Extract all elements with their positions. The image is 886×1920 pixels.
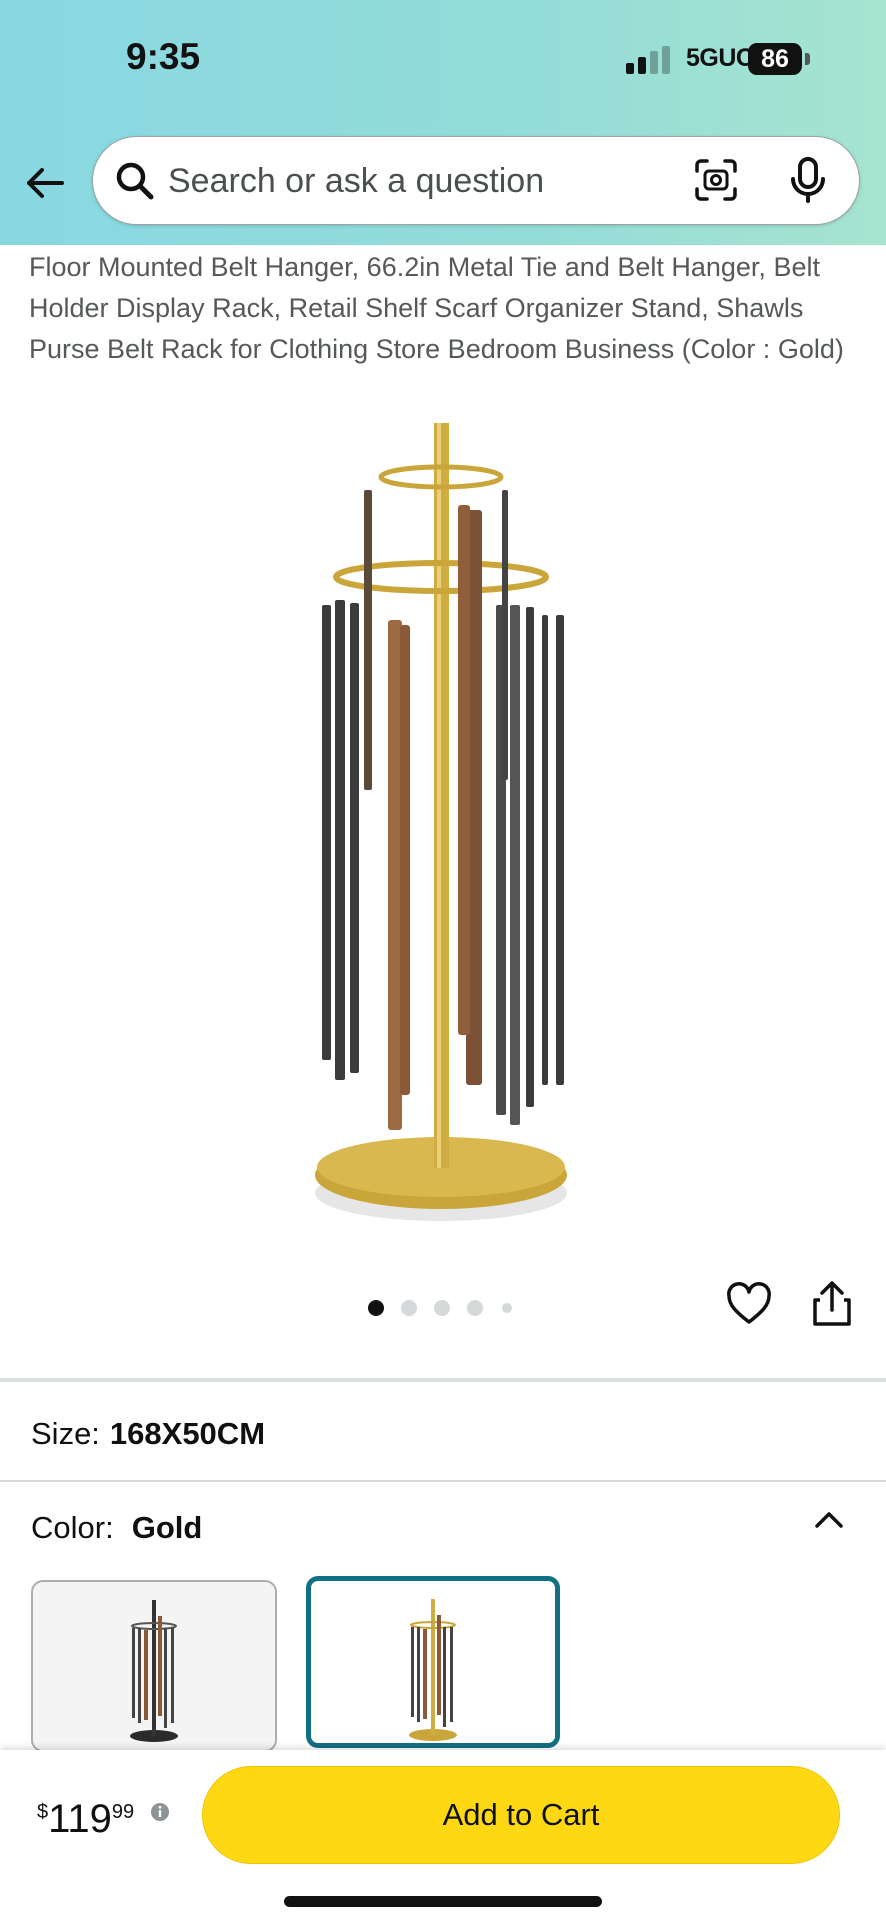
carousel-dot[interactable]: [467, 1300, 483, 1316]
price-symbol: $: [37, 1801, 49, 1823]
chevron-up-icon[interactable]: [812, 1502, 846, 1536]
color-row[interactable]: Color: Gold: [31, 1510, 202, 1546]
size-value: 168X50CM: [109, 1416, 266, 1451]
size-row: Size: 168X50CM: [31, 1416, 265, 1452]
gold-rack-thumbnail: [409, 1599, 457, 1741]
color-swatch-black[interactable]: [31, 1580, 277, 1752]
image-carousel-dots[interactable]: [368, 1298, 518, 1318]
network-label: 5GUC: [686, 44, 754, 72]
back-arrow-icon[interactable]: [22, 160, 68, 206]
search-bar[interactable]: [92, 136, 860, 225]
status-time: 9:35: [126, 36, 201, 77]
product-title[interactable]: Floor Mounted Belt Hanger, 66.2in Metal …: [29, 247, 869, 370]
gold-belt-rack-image[interactable]: [280, 415, 610, 1225]
color-swatch-gold[interactable]: [306, 1576, 560, 1748]
price-fraction: 99: [111, 1801, 135, 1823]
carousel-dot[interactable]: [434, 1300, 450, 1316]
search-input[interactable]: [168, 157, 668, 205]
add-to-cart-button[interactable]: Add to Cart: [202, 1766, 840, 1864]
heart-icon[interactable]: [726, 1282, 772, 1328]
carousel-dot-active[interactable]: [368, 1300, 384, 1316]
size-label: Size:: [31, 1416, 100, 1451]
camera-lens-icon[interactable]: [693, 157, 739, 203]
home-indicator[interactable]: [284, 1896, 602, 1907]
battery-icon: 86: [748, 43, 802, 75]
color-label: Color:: [31, 1510, 114, 1545]
price-whole: 119: [48, 1797, 112, 1841]
black-rack-thumbnail: [130, 1600, 178, 1742]
share-icon[interactable]: [810, 1280, 854, 1328]
section-divider: [0, 1378, 886, 1382]
carousel-dot[interactable]: [502, 1303, 512, 1313]
battery-nub: [805, 53, 810, 65]
info-icon[interactable]: [150, 1802, 170, 1822]
search-icon: [116, 162, 154, 200]
microphone-icon[interactable]: [785, 155, 831, 205]
row-divider: [0, 1480, 886, 1482]
color-value: Gold: [131, 1510, 203, 1545]
carousel-dot[interactable]: [401, 1300, 417, 1316]
bottom-action-bar: $11999 Add to Cart: [0, 1750, 886, 1920]
price: $11999: [37, 1797, 134, 1842]
signal-icon: [626, 46, 672, 74]
